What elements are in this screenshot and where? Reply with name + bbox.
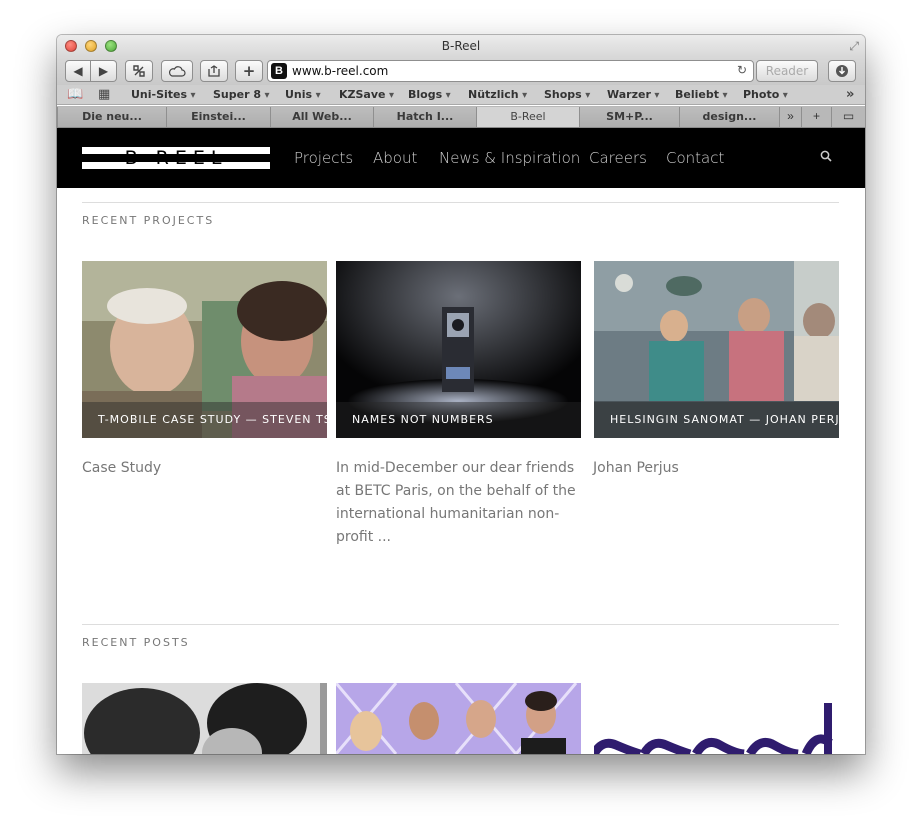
bookmark-folder[interactable]: Super 8 bbox=[213, 88, 270, 101]
nav-about[interactable]: About bbox=[373, 149, 417, 167]
bookmark-folder[interactable]: KZSave bbox=[339, 88, 394, 101]
bookmarks-bar: 📖 ▦ Uni-Sites Super 8 Unis KZSave Blogs … bbox=[57, 85, 865, 105]
post-card[interactable] bbox=[594, 683, 839, 754]
nav-careers[interactable]: Careers bbox=[589, 149, 647, 167]
top-sites-button[interactable] bbox=[125, 60, 153, 82]
cloud-icon bbox=[168, 66, 186, 77]
tab-view-icon[interactable]: ▭ bbox=[831, 107, 865, 127]
post-card[interactable] bbox=[82, 683, 327, 754]
browser-window: B-Reel ⤢ ◀ ▶ + B www.b-reel.com ↻ Reader… bbox=[57, 35, 865, 754]
project-card[interactable]: T-MOBILE CASE STUDY — STEVEN TS bbox=[82, 261, 327, 438]
bookmark-folder[interactable]: Warzer bbox=[607, 88, 659, 101]
show-all-bookmarks-icon[interactable]: ▦ bbox=[98, 87, 110, 102]
project-card[interactable]: HELSINGIN SANOMAT — JOHAN PERJUS bbox=[594, 261, 839, 438]
post-image bbox=[336, 683, 581, 754]
bookmark-folder[interactable]: Nützlich bbox=[468, 88, 527, 101]
window-title: B-Reel bbox=[441, 39, 481, 53]
icloud-tabs-button[interactable] bbox=[161, 60, 193, 82]
downloads-button[interactable] bbox=[828, 60, 856, 82]
more-tabs-icon[interactable]: » bbox=[779, 107, 801, 127]
project-caption: T-MOBILE CASE STUDY — STEVEN TS bbox=[82, 402, 327, 438]
tab[interactable]: design... bbox=[679, 107, 779, 127]
share-icon bbox=[208, 65, 220, 77]
logo-text: B REEL bbox=[124, 147, 228, 169]
top-sites-icon bbox=[133, 65, 145, 77]
bookmark-folder[interactable]: Beliebt bbox=[675, 88, 728, 101]
page-content: RECENT PROJECTS T-MOBILE CASE STUDY — ST… bbox=[57, 188, 865, 754]
download-icon bbox=[836, 65, 848, 77]
browser-toolbar: ◀ ▶ + B www.b-reel.com ↻ Reader bbox=[57, 57, 865, 85]
project-description[interactable]: In mid-December our dear friends at BETC… bbox=[336, 457, 581, 549]
tab[interactable]: Hatch I... bbox=[373, 107, 476, 127]
post-image bbox=[82, 683, 327, 754]
nav-contact[interactable]: Contact bbox=[666, 149, 724, 167]
bookmark-folder[interactable]: Uni-Sites bbox=[131, 88, 196, 101]
new-tab-button[interactable]: + bbox=[235, 60, 263, 82]
add-tab-icon[interactable]: + bbox=[801, 107, 831, 127]
recent-projects-title: RECENT PROJECTS bbox=[82, 214, 215, 227]
share-button[interactable] bbox=[200, 60, 228, 82]
tab[interactable]: Einstei... bbox=[166, 107, 270, 127]
site-logo[interactable]: B REEL bbox=[82, 147, 270, 169]
address-bar[interactable]: B www.b-reel.com ↻ bbox=[267, 60, 754, 82]
tab-bar: Die neu... Einstei... All Web... Hatch I… bbox=[57, 106, 865, 128]
bookmark-folder[interactable]: Blogs bbox=[408, 88, 451, 101]
post-card[interactable] bbox=[336, 683, 581, 754]
divider bbox=[82, 624, 839, 625]
tab[interactable]: Die neu... bbox=[57, 107, 166, 127]
bookmark-folder[interactable]: Photo bbox=[743, 88, 788, 101]
url-field[interactable]: www.b-reel.com bbox=[292, 64, 388, 78]
reading-list-icon[interactable]: 📖 bbox=[67, 87, 83, 102]
tab[interactable]: All Web... bbox=[270, 107, 373, 127]
nav-projects[interactable]: Projects bbox=[294, 149, 353, 167]
bookmark-folder[interactable]: Shops bbox=[544, 88, 590, 101]
project-description[interactable]: Johan Perjus bbox=[593, 457, 838, 480]
forward-button[interactable]: ▶ bbox=[91, 60, 117, 82]
project-card[interactable]: NAMES NOT NUMBERS bbox=[336, 261, 581, 438]
reload-icon[interactable]: ↻ bbox=[737, 63, 747, 77]
title-bar: B-Reel ⤢ bbox=[57, 35, 865, 57]
back-button[interactable]: ◀ bbox=[65, 60, 91, 82]
more-bookmarks-icon[interactable]: » bbox=[846, 87, 854, 102]
post-image bbox=[594, 683, 839, 754]
tab[interactable]: SM+P... bbox=[579, 107, 679, 127]
divider bbox=[82, 202, 839, 203]
site-header: B REEL Projects About News & Inspiration… bbox=[57, 128, 865, 188]
recent-posts-title: RECENT POSTS bbox=[82, 636, 190, 649]
site-favicon: B bbox=[271, 63, 287, 79]
project-caption: NAMES NOT NUMBERS bbox=[336, 402, 581, 438]
bookmark-folder[interactable]: Unis bbox=[285, 88, 321, 101]
fullscreen-icon[interactable]: ⤢ bbox=[849, 39, 859, 54]
nav-news-inspiration[interactable]: News & Inspiration bbox=[439, 149, 580, 167]
project-description[interactable]: Case Study bbox=[82, 457, 327, 480]
project-caption: HELSINGIN SANOMAT — JOHAN PERJUS bbox=[594, 402, 839, 438]
reader-button[interactable]: Reader bbox=[756, 60, 818, 82]
search-icon[interactable] bbox=[820, 150, 832, 162]
tab-active[interactable]: B-Reel bbox=[476, 107, 579, 127]
